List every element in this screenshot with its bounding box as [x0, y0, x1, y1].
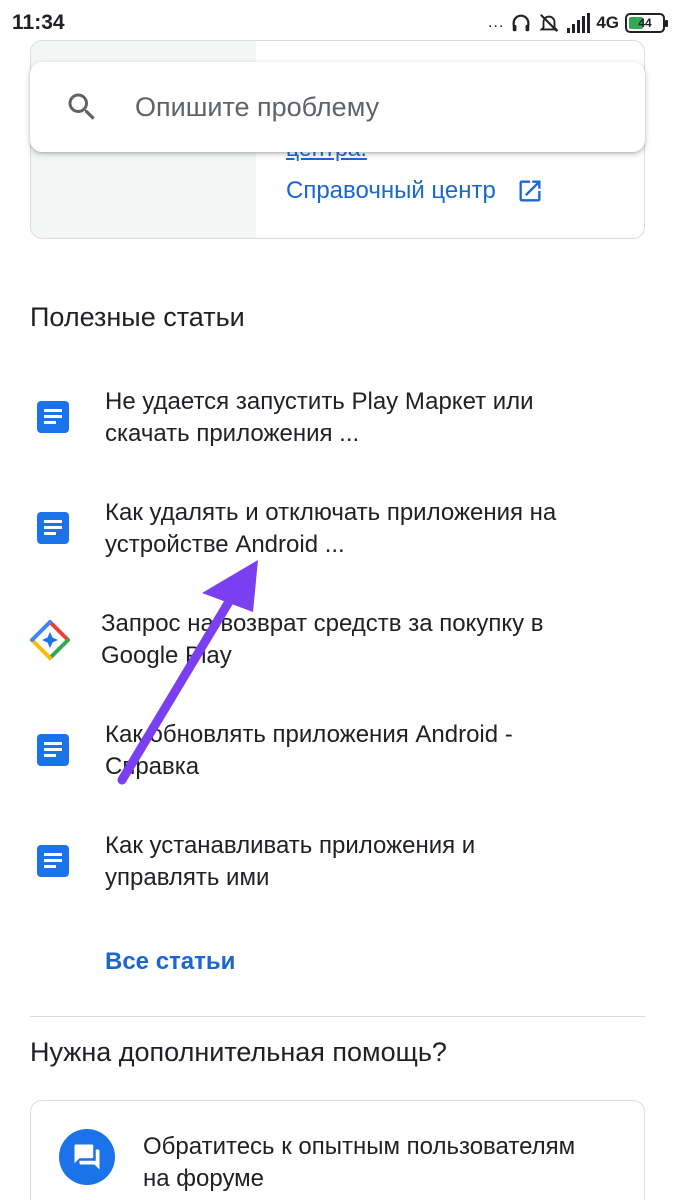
search-icon [68, 93, 95, 120]
all-articles-link[interactable]: Все статьи [105, 948, 235, 976]
article-item[interactable]: Запрос на возврат средств за покупку в G… [30, 608, 645, 688]
article-title-line: устройстве Android ... [105, 531, 345, 558]
notification-dots: ... [487, 14, 505, 31]
search-placeholder: Опишите проблему [135, 92, 380, 122]
article-title-line: Как устанавливать приложения и [105, 832, 476, 859]
status-time: 11:34 [12, 11, 65, 34]
document-icon [37, 845, 69, 877]
help-center-link[interactable]: Справочный центр [286, 177, 544, 205]
help-section-title: Нужна дополнительная помощь? [30, 1037, 447, 1067]
document-icon [37, 401, 69, 433]
open-in-new-icon [519, 180, 541, 202]
forum-chat-icon [59, 1129, 115, 1185]
forum-card-line: на форуме [143, 1165, 265, 1192]
articles-section-title: Полезные статьи [30, 302, 245, 332]
status-icons: ... 4G 44 [487, 10, 668, 36]
article-item[interactable]: Как устанавливать приложения и управлять… [30, 830, 645, 910]
article-title: Как обновлять приложения Android - Справ… [105, 719, 625, 783]
network-type: 4G [596, 13, 619, 32]
help-center-link-label: Справочный центр [286, 177, 496, 204]
article-title-line: Как обновлять приложения Android - [105, 721, 513, 748]
community-forum-card[interactable]: Обратитесь к опытным пользователям на фо… [30, 1100, 645, 1200]
article-title: Как устанавливать приложения и управлять… [105, 830, 625, 894]
article-title-line: управлять ими [105, 864, 270, 891]
mute-bell-icon [539, 14, 559, 32]
document-icon [37, 512, 69, 544]
article-item[interactable]: Как удалять и отключать приложения на ус… [30, 497, 645, 577]
forum-card-text: Обратитесь к опытным пользователям на фо… [143, 1131, 643, 1195]
article-title-line: Справка [105, 753, 200, 780]
document-icon [37, 734, 69, 766]
signal-icon [567, 13, 591, 33]
forum-card-line: Обратитесь к опытным пользователям [143, 1133, 576, 1160]
article-title: Как удалять и отключать приложения на ус… [105, 497, 625, 561]
headphones-icon [512, 14, 530, 32]
article-title: Не удается запустить Play Маркет или ска… [105, 386, 625, 450]
article-title-line: Google Play [101, 642, 232, 669]
battery-level: 44 [638, 16, 652, 30]
section-divider [30, 1016, 645, 1017]
google-play-logo-icon [30, 620, 70, 660]
article-title-line: Как удалять и отключать приложения на [105, 499, 557, 526]
search-box[interactable]: Опишите проблему [30, 62, 645, 152]
article-title-line: Запрос на возврат средств за покупку в [101, 610, 544, 637]
article-title-line: скачать приложения ... [105, 420, 360, 447]
article-title: Запрос на возврат средств за покупку в G… [101, 608, 621, 672]
article-item[interactable]: Как обновлять приложения Android - Справ… [30, 719, 645, 799]
article-item[interactable]: Не удается запустить Play Маркет или ска… [30, 386, 645, 466]
battery-icon: 44 [625, 13, 668, 33]
article-title-line: Не удается запустить Play Маркет или [105, 388, 534, 415]
